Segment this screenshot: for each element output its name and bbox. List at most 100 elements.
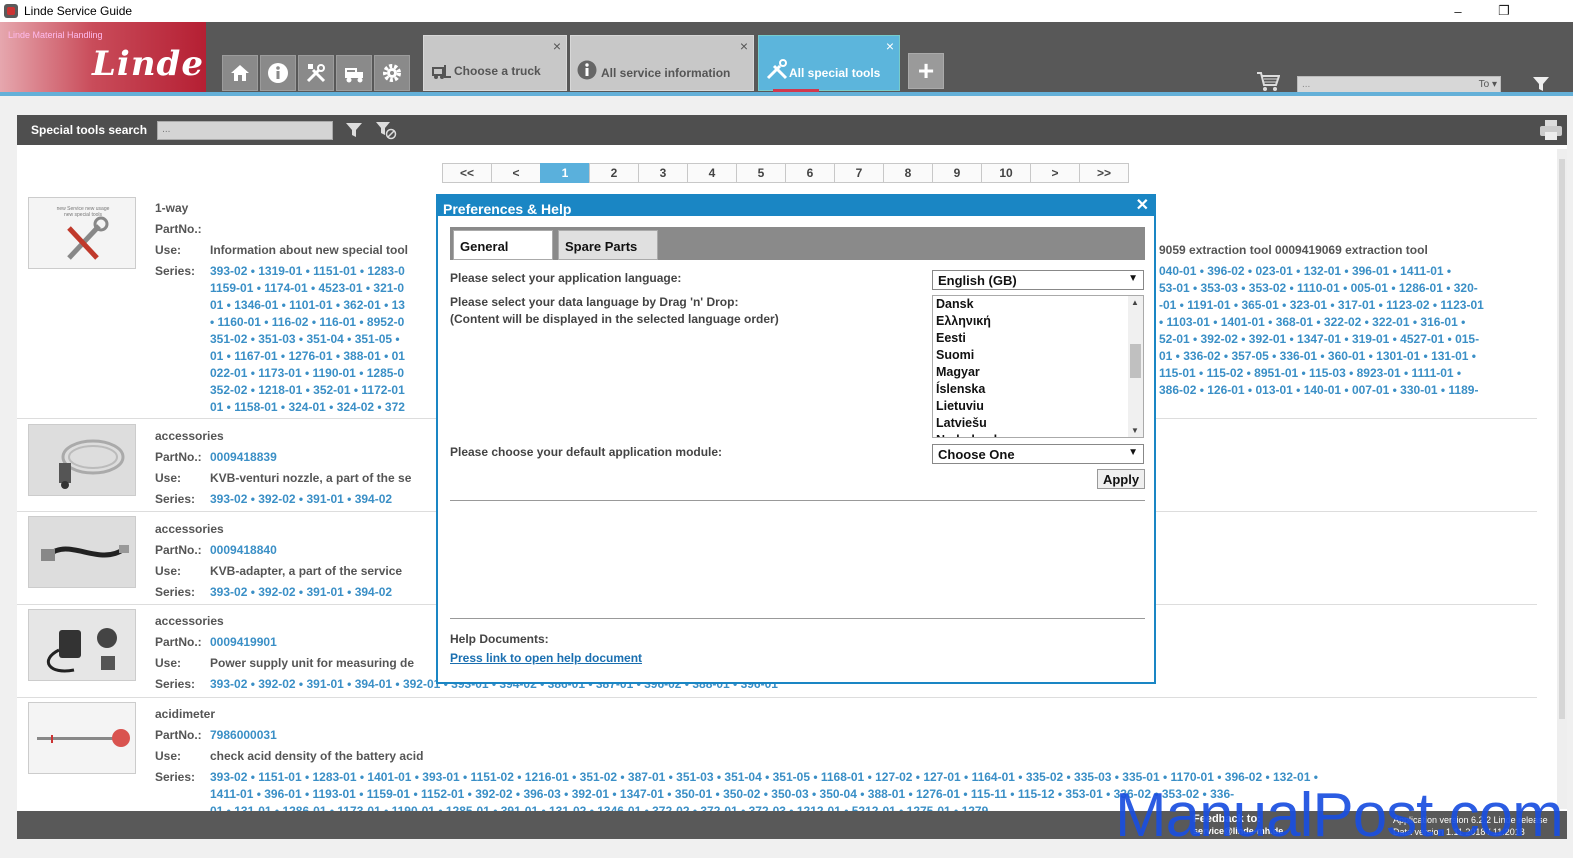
toolbar-accent-strip bbox=[0, 92, 1573, 96]
language-option[interactable]: Dansk bbox=[933, 296, 1143, 313]
language-option[interactable]: Suomi bbox=[933, 347, 1143, 364]
data-language-list[interactable]: Dansk Ελληνική Eesti Suomi Magyar Íslenska Lie… bbox=[932, 295, 1144, 438]
scrollbar-thumb[interactable] bbox=[1130, 344, 1141, 378]
series-line[interactable]: 52-01 • 392-02 • 392-01 • 1347-01 • 319-… bbox=[1159, 331, 1484, 348]
page-button[interactable]: < bbox=[491, 163, 541, 183]
cart-icon[interactable] bbox=[1256, 71, 1280, 93]
item-series[interactable]: 393-02 • 1319-01 • 1151-01 • 1283-0 1159-… bbox=[210, 263, 438, 416]
add-tab-button[interactable]: + bbox=[908, 53, 944, 89]
tab-label: All special tools bbox=[789, 66, 881, 80]
close-window-button[interactable]: ✕ bbox=[1527, 0, 1573, 22]
filter-icon[interactable] bbox=[345, 121, 363, 139]
page-button[interactable]: 10 bbox=[981, 163, 1031, 183]
series-line[interactable]: -01 • 1191-01 • 365-01 • 323-01 • 317-01… bbox=[1159, 297, 1484, 314]
tab-all-service-information[interactable]: × All service information bbox=[570, 35, 754, 91]
page-button[interactable]: 7 bbox=[834, 163, 884, 183]
series-line[interactable]: 01 • 1158-01 • 324-01 • 324-02 • 372 bbox=[210, 399, 438, 416]
search-scope-dropdown[interactable]: To ▾ bbox=[1479, 79, 1497, 90]
data-language-hint: (Content will be displayed in the select… bbox=[450, 312, 779, 326]
page-button[interactable]: 5 bbox=[736, 163, 786, 183]
series-label: Series: bbox=[155, 492, 196, 506]
minimize-button[interactable]: – bbox=[1435, 0, 1481, 22]
page-button[interactable]: 4 bbox=[687, 163, 737, 183]
truck-data-button[interactable] bbox=[336, 55, 372, 91]
dialog-title: Preferences & Help bbox=[438, 196, 1154, 216]
item-series[interactable]: 393-02 • 392-02 • 391-01 • 394-02 bbox=[210, 491, 438, 508]
app-language-select[interactable]: English (GB) ▼ bbox=[932, 270, 1144, 290]
clear-filter-icon[interactable] bbox=[375, 120, 397, 140]
page-button[interactable]: 9 bbox=[932, 163, 982, 183]
item-series-continued[interactable]: 040-01 • 396-02 • 023-01 • 132-01 • 396-… bbox=[1159, 263, 1484, 399]
series-line[interactable]: 386-02 • 126-01 • 013-01 • 140-01 • 007-… bbox=[1159, 382, 1484, 399]
language-option[interactable]: Lietuviu bbox=[933, 398, 1143, 415]
tools-button[interactable] bbox=[298, 55, 334, 91]
tool-thumbnail bbox=[28, 702, 136, 774]
series-line[interactable]: 022-01 • 1173-01 • 1190-01 • 1285-0 bbox=[210, 365, 438, 382]
item-partno[interactable]: 7986000031 bbox=[210, 728, 277, 742]
help-document-link[interactable]: Press link to open help document bbox=[450, 651, 642, 665]
series-line[interactable]: 040-01 • 396-02 • 023-01 • 132-01 • 396-… bbox=[1159, 263, 1484, 280]
page-button[interactable]: 8 bbox=[883, 163, 933, 183]
tab-general[interactable]: General bbox=[453, 230, 553, 260]
language-list-scrollbar[interactable]: ▲ ▼ bbox=[1128, 296, 1143, 437]
dialog-close-button[interactable]: ✕ bbox=[1136, 198, 1149, 214]
print-icon[interactable] bbox=[1539, 119, 1563, 141]
home-button[interactable] bbox=[222, 55, 258, 91]
series-line[interactable]: 115-01 • 115-02 • 8951-01 • 115-03 • 892… bbox=[1159, 365, 1484, 382]
tab-spare-parts[interactable]: Spare Parts bbox=[558, 230, 658, 260]
item-partno[interactable]: 0009418840 bbox=[210, 543, 277, 557]
tab-close-icon[interactable]: × bbox=[740, 38, 748, 54]
panel-header: Special tools search ... bbox=[17, 115, 1567, 145]
series-line[interactable]: 01 • 336-02 • 357-05 • 336-01 • 360-01 •… bbox=[1159, 348, 1484, 365]
tool-thumbnail bbox=[28, 516, 136, 588]
series-line[interactable]: 393-02 • 392-02 • 391-01 • 394-02 bbox=[210, 491, 438, 508]
language-option[interactable]: Magyar bbox=[933, 364, 1143, 381]
language-option[interactable]: Eesti bbox=[933, 330, 1143, 347]
page-button[interactable]: >> bbox=[1079, 163, 1129, 183]
scroll-up-icon[interactable]: ▲ bbox=[1131, 298, 1139, 307]
restore-button[interactable]: ❐ bbox=[1481, 0, 1527, 22]
tab-all-special-tools[interactable]: × All special tools bbox=[758, 35, 900, 93]
series-line[interactable]: 393-02 • 392-02 • 391-01 • 394-02 bbox=[210, 584, 438, 601]
page-button[interactable]: 1 bbox=[540, 163, 590, 183]
item-series[interactable]: 393-02 • 392-02 • 391-01 • 394-02 bbox=[210, 584, 438, 601]
page-button[interactable]: 6 bbox=[785, 163, 835, 183]
info-button[interactable] bbox=[260, 55, 296, 91]
page-button[interactable]: 2 bbox=[589, 163, 639, 183]
results-scrollbar[interactable] bbox=[1557, 149, 1567, 809]
language-option[interactable]: Ελληνική bbox=[933, 313, 1143, 330]
series-label: Series: bbox=[155, 585, 196, 599]
item-use-continued: 9059 extraction tool 0009419069 extracti… bbox=[1159, 243, 1428, 257]
filter-icon[interactable] bbox=[1532, 75, 1550, 93]
series-line[interactable]: • 1103-01 • 1401-01 • 368-01 • 322-02 • … bbox=[1159, 314, 1484, 331]
linde-logo: Linde Material Handling Linde bbox=[0, 22, 206, 92]
language-option[interactable]: Íslenska bbox=[933, 381, 1143, 398]
page-button[interactable]: << bbox=[442, 163, 492, 183]
language-option[interactable]: Nederlands bbox=[933, 432, 1143, 437]
series-line[interactable]: 352-02 • 1218-01 • 352-01 • 1172-01 bbox=[210, 382, 438, 399]
series-line[interactable]: 351-02 • 351-03 • 351-04 • 351-05 • bbox=[210, 331, 438, 348]
item-partno[interactable]: 0009418839 bbox=[210, 450, 277, 464]
series-line[interactable]: 01 • 1167-01 • 1276-01 • 388-01 • 01 bbox=[210, 348, 438, 365]
series-line[interactable]: • 1160-01 • 116-02 • 116-01 • 8952-0 bbox=[210, 314, 438, 331]
item-partno[interactable]: 0009419901 bbox=[210, 635, 277, 649]
scroll-down-icon[interactable]: ▼ bbox=[1131, 426, 1139, 435]
series-line[interactable]: 393-02 • 1319-01 • 1151-01 • 1283-0 bbox=[210, 263, 438, 280]
page-button[interactable]: > bbox=[1030, 163, 1080, 183]
series-line[interactable]: 53-01 • 353-03 • 353-02 • 1110-01 • 005-… bbox=[1159, 280, 1484, 297]
default-module-select[interactable]: Choose One ▼ bbox=[932, 444, 1144, 464]
apply-button[interactable]: Apply bbox=[1097, 469, 1145, 489]
special-tools-search-input[interactable]: ... bbox=[157, 120, 334, 140]
window-titlebar: Linde Service Guide – ❐ ✕ bbox=[0, 0, 1573, 22]
series-line[interactable]: 1159-01 • 1174-01 • 4523-01 • 321-0 bbox=[210, 280, 438, 297]
tab-close-icon[interactable]: × bbox=[553, 38, 561, 54]
use-label: Use: bbox=[155, 471, 182, 485]
language-option[interactable]: Latviešu bbox=[933, 415, 1143, 432]
tab-choose-truck[interactable]: × Choose a truck bbox=[423, 35, 567, 91]
tab-close-icon[interactable]: × bbox=[886, 38, 894, 54]
series-line[interactable]: 01 • 1346-01 • 1101-01 • 362-01 • 13 bbox=[210, 297, 438, 314]
settings-button[interactable] bbox=[374, 55, 410, 91]
scrollbar-thumb[interactable] bbox=[1559, 159, 1565, 719]
page-button[interactable]: 3 bbox=[638, 163, 688, 183]
app-icon bbox=[4, 4, 18, 18]
